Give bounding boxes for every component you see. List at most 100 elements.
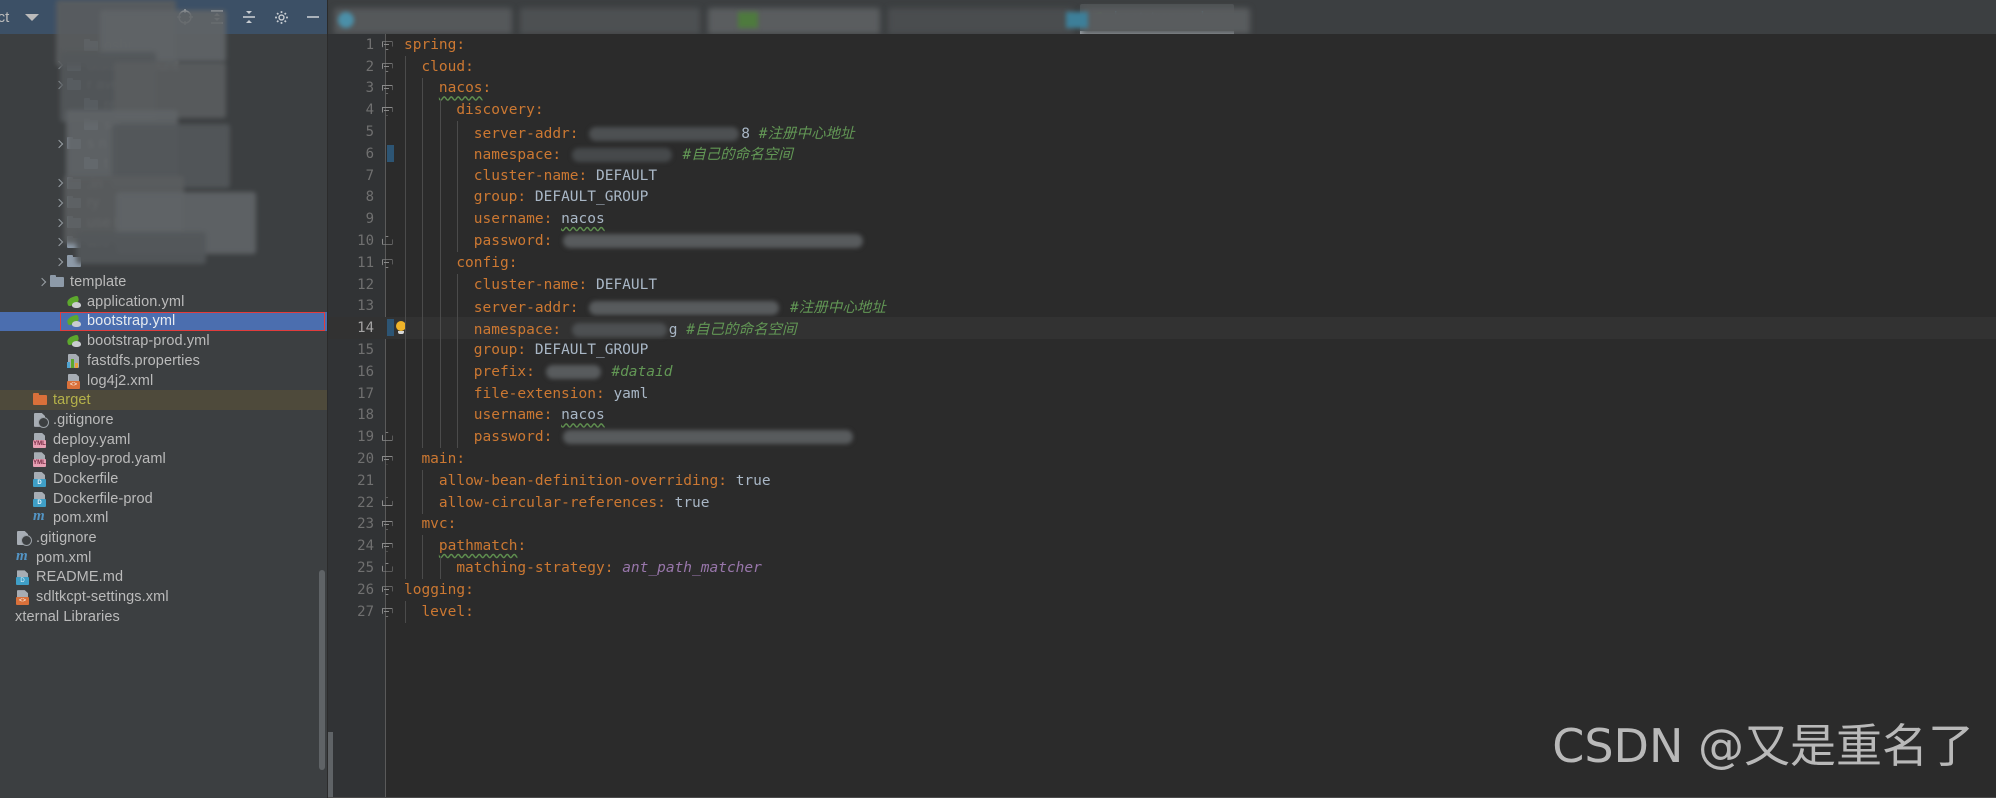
- fold-collapse-icon[interactable]: [380, 601, 392, 623]
- tree-item-label: t: [104, 155, 109, 172]
- locate-icon[interactable]: [175, 7, 195, 27]
- tree-item[interactable]: so: [0, 115, 327, 135]
- code-line[interactable]: 10 password:: [328, 230, 1996, 252]
- tree-item[interactable]: pom.xml: [0, 548, 327, 568]
- code-line[interactable]: 4 discovery:: [328, 99, 1996, 122]
- fold-collapse-icon[interactable]: [380, 78, 392, 100]
- chevron-right-icon[interactable]: [53, 177, 66, 190]
- tree-item[interactable]: .gitignore: [0, 410, 327, 430]
- line-number: 27: [357, 603, 374, 620]
- fold-collapse-icon[interactable]: [380, 252, 392, 274]
- code-line[interactable]: 19 password:: [328, 426, 1996, 449]
- code-line[interactable]: 23 mvc:: [328, 513, 1996, 536]
- chevron-right-icon[interactable]: [53, 79, 66, 92]
- code-line[interactable]: 8 group: DEFAULT_GROUP: [328, 186, 1996, 209]
- code-line[interactable]: 18 username: nacos: [328, 404, 1996, 427]
- editor-scrollbar[interactable]: [328, 732, 333, 798]
- chevron-right-icon[interactable]: [53, 138, 66, 151]
- code-line[interactable]: 5 server-addr: 8 #注册中心地址: [328, 121, 1996, 143]
- tree-item[interactable]: YML deploy-prod.yaml: [0, 449, 327, 469]
- expand-all-icon[interactable]: [207, 7, 227, 27]
- code-line[interactable]: 16 prefix: #dataid: [328, 360, 1996, 383]
- code-line[interactable]: 12 cluster-name: DEFAULT: [328, 273, 1996, 296]
- sidebar-scrollbar[interactable]: [319, 570, 325, 770]
- code-line[interactable]: 20 main:: [328, 448, 1996, 470]
- editor-tab-redacted[interactable]: [708, 8, 880, 34]
- collapse-all-icon[interactable]: [239, 7, 259, 27]
- code-editor[interactable]: 1 spring: 2 cloud: 3 nacos: 4 discovery: 5 server…: [328, 34, 1996, 798]
- tree-item[interactable]: D README.md: [0, 568, 327, 588]
- indent-guide: [439, 557, 441, 579]
- fold-collapse-icon[interactable]: [380, 56, 392, 78]
- tree-item[interactable]: YML deploy.yaml: [0, 430, 327, 450]
- chevron-right-icon[interactable]: [53, 236, 66, 249]
- fold-collapse-icon[interactable]: [380, 535, 392, 557]
- fold-collapse-icon[interactable]: [380, 99, 392, 121]
- tree-item[interactable]: r ave: [0, 75, 327, 95]
- chevron-right-icon[interactable]: [53, 59, 66, 72]
- code-line[interactable]: 22 allow-circular-references: true: [328, 491, 1996, 514]
- tree-item[interactable]: target: [0, 390, 327, 411]
- tree-item[interactable]: application.yml: [0, 292, 327, 312]
- tree-item[interactable]: oshr: [0, 36, 327, 56]
- code-line[interactable]: 15 group: DEFAULT_GROUP: [328, 339, 1996, 361]
- code-line[interactable]: 21 allow-bean-definition-overriding: true: [328, 469, 1996, 492]
- fold-end-icon[interactable]: [380, 426, 392, 448]
- settings-gear-icon[interactable]: [271, 7, 291, 27]
- code-line[interactable]: 27 level:: [328, 600, 1996, 623]
- chevron-down-icon[interactable]: [25, 13, 40, 21]
- tree-item[interactable]: whi: [0, 233, 327, 253]
- chevron-right-icon[interactable]: [36, 276, 49, 289]
- code-line[interactable]: 13 server-addr: #注册中心地址: [328, 295, 1996, 318]
- chevron-right-icon[interactable]: [53, 256, 66, 269]
- code-line[interactable]: 25 matching-strategy: ant_path_matcher: [328, 557, 1996, 579]
- tree-item[interactable]: <> log4j2.xml: [0, 371, 327, 391]
- fold-collapse-icon[interactable]: [380, 514, 392, 536]
- tree-item[interactable]: D Dockerfile-prod: [0, 489, 327, 509]
- code-line[interactable]: 6 namespace: #自己的命名空间: [328, 142, 1996, 165]
- code-line[interactable]: 26 logging:: [328, 579, 1996, 601]
- tree-item[interactable]: s n: [0, 134, 327, 154]
- tree-item-label: Dockerfile: [53, 470, 119, 487]
- fold-collapse-icon[interactable]: [380, 579, 392, 601]
- code-line[interactable]: 2 cloud:: [328, 55, 1996, 78]
- tree-item-selected[interactable]: bootstrap.yml: [0, 311, 327, 332]
- fold-end-icon[interactable]: [380, 230, 392, 252]
- tree-item[interactable]: <> sdltkcpt-settings.xml: [0, 587, 327, 607]
- fold-collapse-icon[interactable]: [380, 448, 392, 470]
- code-line[interactable]: 24 pathmatch:: [328, 535, 1996, 558]
- hide-icon[interactable]: [303, 7, 323, 27]
- chevron-right-icon[interactable]: [53, 197, 66, 210]
- fold-collapse-icon[interactable]: [380, 34, 392, 56]
- tree-item[interactable]: D Dockerfile: [0, 469, 327, 489]
- tree-item[interactable]: t: [0, 154, 327, 174]
- tree-item[interactable]: use t: [0, 213, 327, 233]
- tree-item[interactable]: xternal Libraries: [0, 607, 327, 627]
- tree-item[interactable]: pom.xml: [0, 508, 327, 529]
- chevron-right-icon[interactable]: [53, 217, 66, 230]
- code-line[interactable]: 11 config:: [328, 251, 1996, 274]
- editor-tab-redacted[interactable]: [334, 8, 512, 34]
- code-line[interactable]: 1 spring:: [328, 34, 1996, 56]
- tree-item[interactable]: rep ms: [0, 95, 327, 115]
- yaml-value: DEFAULT_GROUP: [534, 189, 649, 206]
- tree-item[interactable]: .in: [0, 174, 327, 194]
- editor-tab-redacted[interactable]: [520, 8, 700, 34]
- tree-item[interactable]: [0, 253, 327, 273]
- tree-item[interactable]: utsourci count: [0, 56, 327, 76]
- tree-item[interactable]: fastdfs.properties: [0, 351, 327, 371]
- code-line[interactable]: 3 nacos:: [328, 77, 1996, 100]
- editor-tab-redacted[interactable]: [1082, 8, 1250, 34]
- gitignore-icon: [32, 412, 49, 428]
- code-line[interactable]: 17 file-extension: yaml: [328, 382, 1996, 405]
- code-line[interactable]: 9 username: nacos: [328, 208, 1996, 231]
- tree-item[interactable]: ry: [0, 194, 327, 214]
- code-line[interactable]: 14 namespace: g #自己的命名空间: [328, 317, 1996, 340]
- fold-end-icon[interactable]: [380, 492, 392, 514]
- editor-tab-redacted[interactable]: [888, 8, 1074, 34]
- tree-item[interactable]: template: [0, 272, 327, 292]
- tree-item[interactable]: bootstrap-prod.yml: [0, 331, 327, 351]
- code-line[interactable]: 7 cluster-name: DEFAULT: [328, 164, 1996, 187]
- tree-item[interactable]: .gitignore: [0, 528, 327, 548]
- fold-end-icon[interactable]: [380, 557, 392, 579]
